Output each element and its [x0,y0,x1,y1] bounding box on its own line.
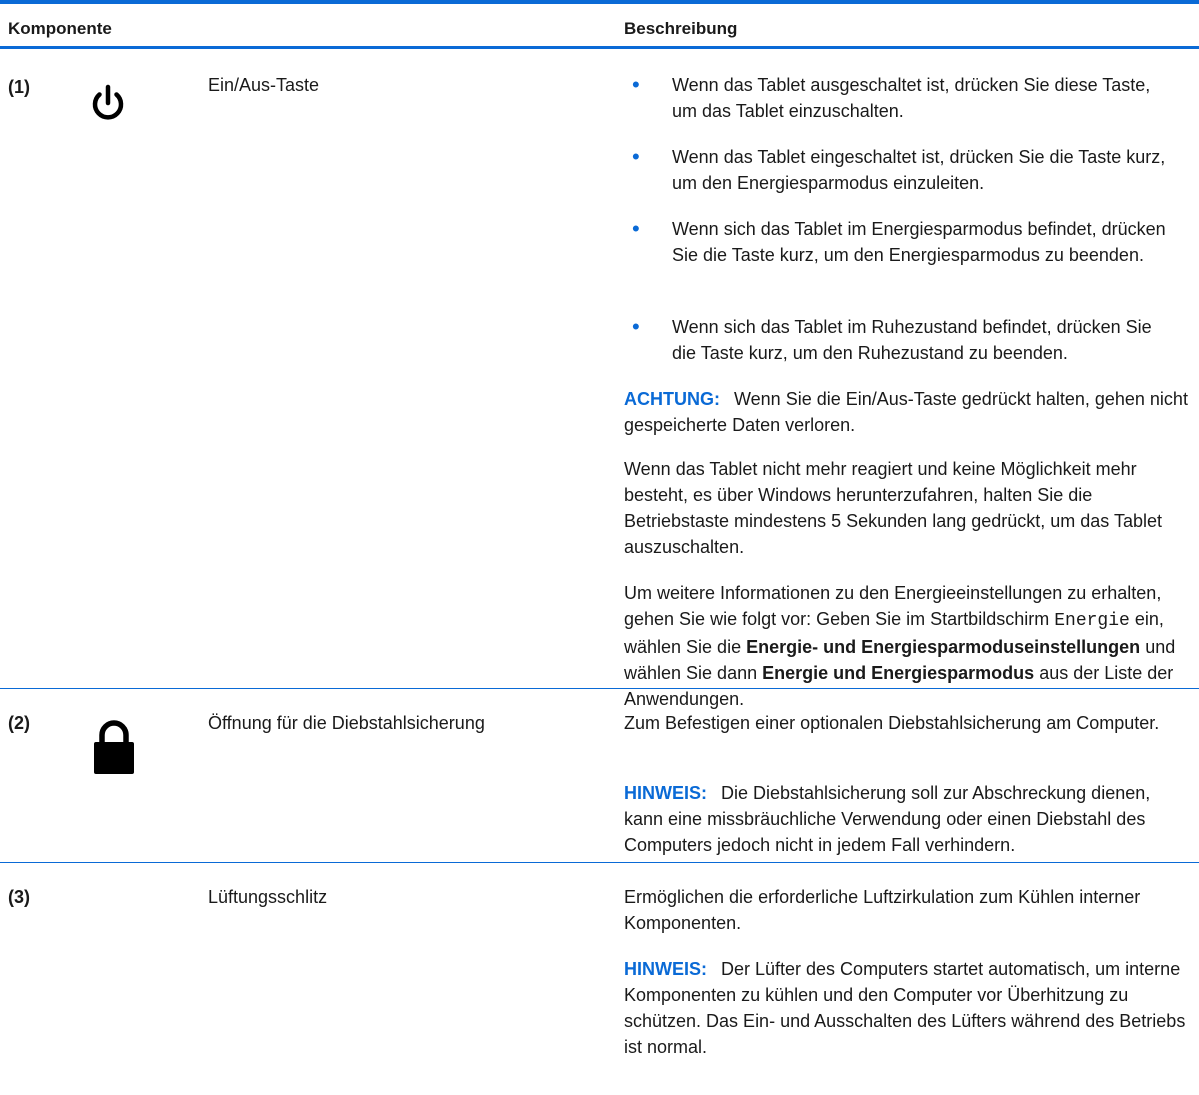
component-name: Ein/Aus-Taste [208,75,320,95]
bullet-text: Wenn das Tablet eingeschaltet ist, drück… [672,147,1166,193]
bullet-dot: • [632,144,640,169]
row-number: (1) [8,77,30,97]
header-komponente: Komponente [8,19,112,38]
bullet-dot: • [632,314,640,339]
note: HINWEIS: Der Lüfter des Computers startet… [624,956,1189,1060]
note-label: HINWEIS: [624,959,707,979]
bullet-text: Wenn das Tablet ausgeschaltet ist, drück… [672,75,1151,121]
code-text: Energie [1054,611,1130,631]
bullet-dot: • [632,72,640,97]
bullet-dot: • [632,216,640,241]
row-number: (2) [8,713,30,733]
note: HINWEIS: Die Diebstahlsicherung soll zur … [624,780,1189,858]
component-name: Lüftungsschlitz [208,887,328,907]
description: Zum Befestigen einer optionalen Diebstah… [624,713,1160,733]
component-name: Öffnung für die Diebstahlsicherung [208,713,485,733]
note-text: Der Lüfter des Computers startet automat… [624,959,1186,1057]
bullet-text: Wenn sich das Tablet im Ruhezustand befi… [672,317,1152,363]
caution-note: ACHTUNG: Wenn Sie die Ein/Aus-Taste gedrü… [624,386,1189,438]
header-beschreibung: Beschreibung [624,19,738,38]
row-divider [0,688,1199,689]
power-paragraph: Wenn das Tablet nicht mehr reagiert und … [624,459,1162,557]
lock-icon [90,718,138,774]
row-divider [0,862,1199,863]
description: Ermöglichen die erforderliche Luftzirkul… [624,887,1141,933]
bullet-text: Wenn sich das Tablet im Energiesparmodus… [672,219,1166,265]
header-rule [0,46,1199,49]
power-icon [88,84,128,124]
row-number: (3) [8,887,30,907]
bold-text: Energie- und Energiesparmoduseinstellung… [746,637,1141,657]
component-table: Komponente Beschreibung (1) Ein/Aus-Tast… [0,0,1199,1095]
note-label: HINWEIS: [624,783,707,803]
bold-text: Energie und Energiesparmodus [762,663,1035,683]
power-settings-paragraph: Um weitere Informationen zu den Energiee… [624,580,1189,712]
top-rule [0,0,1199,4]
caution-label: ACHTUNG: [624,389,720,409]
